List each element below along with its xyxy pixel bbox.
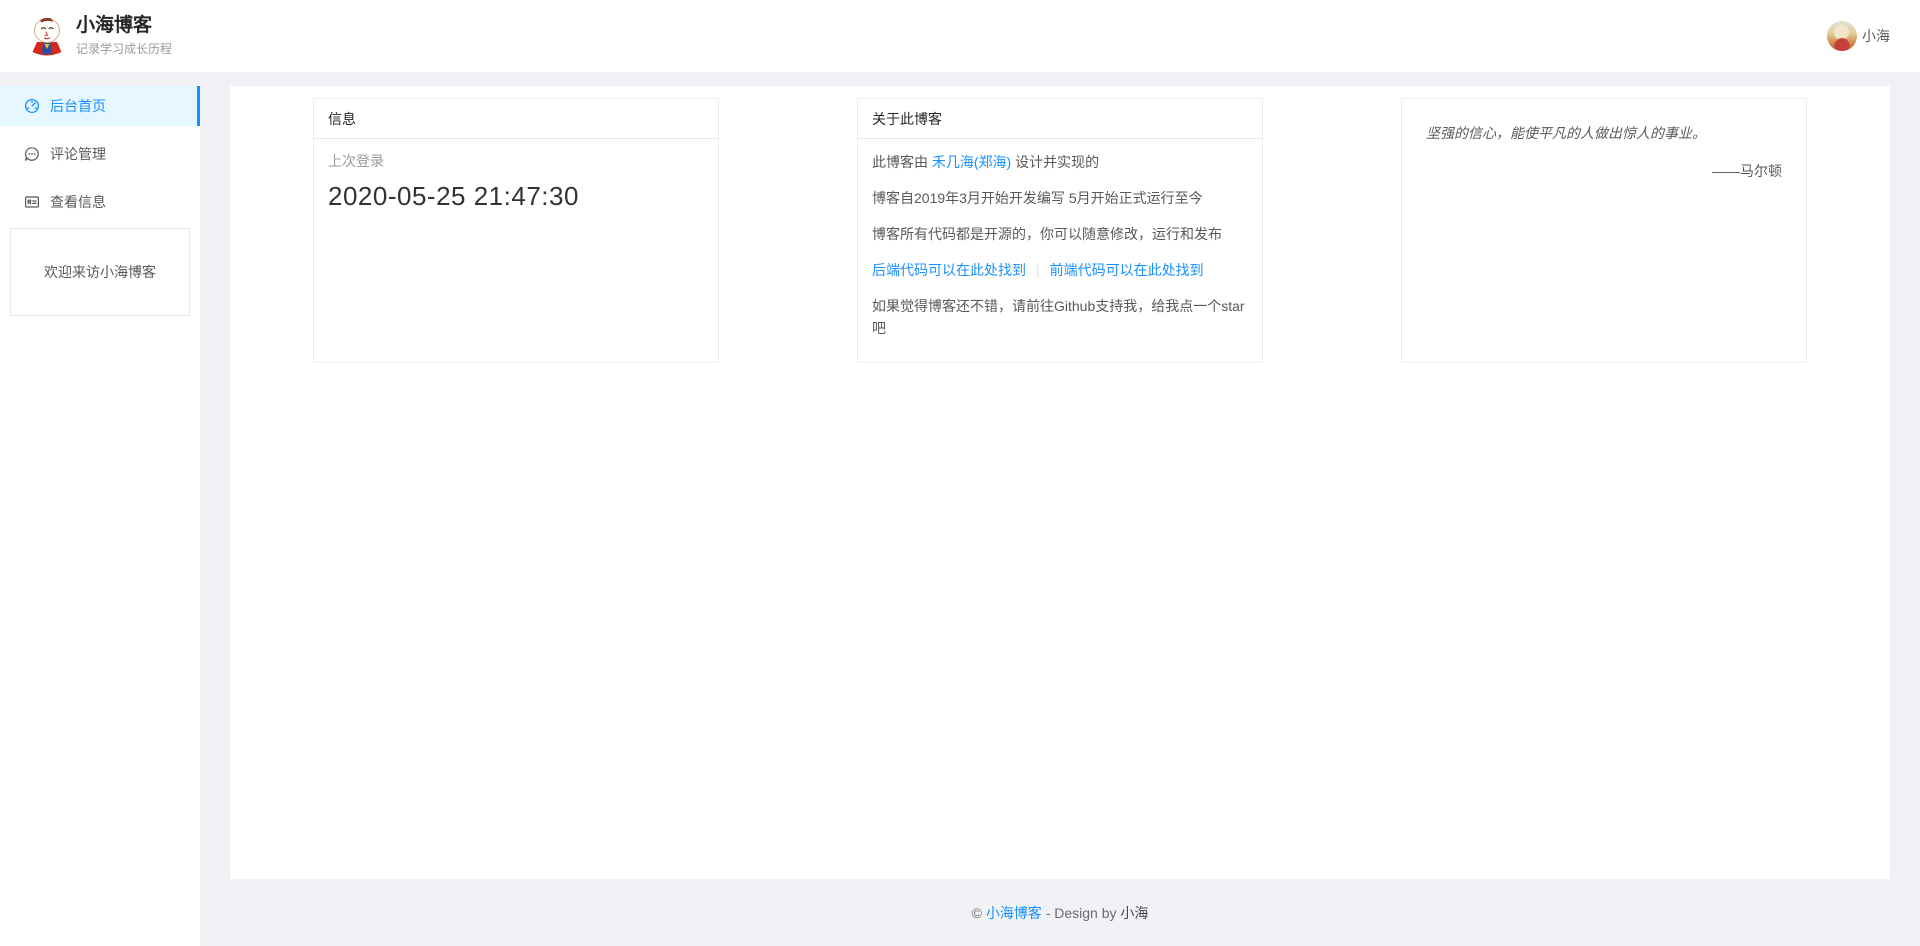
page-footer: © 小海博客 - Design by 小海 [230,879,1890,946]
user-name: 小海 [1862,26,1890,46]
brand-text: 小海博客 记录学习成长历程 [76,15,172,57]
site-title: 小海博客 [76,15,172,37]
about-line-author: 此博客由 禾几海(郑海) 设计并实现的 [872,151,1248,173]
about-card: 关于此博客 此博客由 禾几海(郑海) 设计并实现的 博客自2019年3月开始开发… [857,98,1263,363]
sidebar-item-label: 查看信息 [50,192,106,212]
sidebar-item-label: 评论管理 [50,144,106,164]
about-line1-suffix: 设计并实现的 [1011,154,1099,170]
footer-site-link[interactable]: 小海博客 [986,903,1042,923]
about-line-code-links: 后端代码可以在此处找到 | 前端代码可以在此处找到 [872,259,1248,281]
frontend-code-link[interactable]: 前端代码可以在此处找到 [1050,262,1204,278]
message-icon [24,146,40,162]
about-line-star: 如果觉得博客还不错，请前往Github支持我，给我点一个star 吧 [872,295,1248,339]
quote-card: 坚强的信心，能使平凡的人做出惊人的事业。 ——马尔顿 [1401,98,1807,363]
sidebar-item-dashboard[interactable]: 后台首页 [0,86,200,126]
idcard-icon [24,194,40,210]
about-card-title: 关于此博客 [858,99,1262,139]
quote-card-body: 坚强的信心，能使平凡的人做出惊人的事业。 ——马尔顿 [1402,99,1806,205]
info-card-body: 上次登录 2020-05-25 21:47:30 [314,139,718,224]
cards-row: 信息 上次登录 2020-05-25 21:47:30 关于此博客 此博客由 禾… [230,86,1890,363]
sidebar-item-label: 后台首页 [50,96,106,116]
sidebar: 后台首页 评论管理 查看信息 欢迎来访小海博客 [0,86,200,946]
site-logo-icon [30,16,64,56]
about-line-history: 博客自2019年3月开始开发编写 5月开始正式运行至今 [872,187,1248,209]
brand: 小海博客 记录学习成长历程 [30,15,172,57]
about-card-body: 此博客由 禾几海(郑海) 设计并实现的 博客自2019年3月开始开发编写 5月开… [858,139,1262,351]
site-subtitle: 记录学习成长历程 [76,40,172,57]
last-login-value: 2020-05-25 21:47:30 [328,181,704,212]
last-login-label: 上次登录 [328,151,704,171]
main-content: 信息 上次登录 2020-05-25 21:47:30 关于此博客 此博客由 禾… [230,86,1890,879]
copyright-symbol: © [972,905,986,921]
welcome-box: 欢迎来访小海博客 [10,228,190,316]
backend-code-link[interactable]: 后端代码可以在此处找到 [872,262,1026,278]
user-menu[interactable]: 小海 [1827,21,1890,51]
sidebar-item-comments[interactable]: 评论管理 [0,134,200,174]
sidebar-item-view-info[interactable]: 查看信息 [0,182,200,222]
quote-text: 坚强的信心，能使平凡的人做出惊人的事业。 [1426,123,1782,145]
author-link[interactable]: 禾几海(郑海) [932,154,1011,170]
footer-author: 小海 [1120,903,1148,923]
about-line-opensource: 博客所有代码都是开源的，你可以随意修改，运行和发布 [872,223,1248,245]
welcome-text: 欢迎来访小海博客 [44,262,156,282]
user-avatar[interactable] [1827,21,1857,51]
link-separator: | [1036,262,1040,278]
info-card-title: 信息 [314,99,718,139]
dashboard-icon [24,98,40,114]
quote-author: ——马尔顿 [1426,161,1782,181]
about-line1-prefix: 此博客由 [872,154,932,170]
footer-middle-text: - Design by [1042,905,1121,921]
app-header: 小海博客 记录学习成长历程 小海 [0,0,1920,72]
info-card: 信息 上次登录 2020-05-25 21:47:30 [313,98,719,363]
